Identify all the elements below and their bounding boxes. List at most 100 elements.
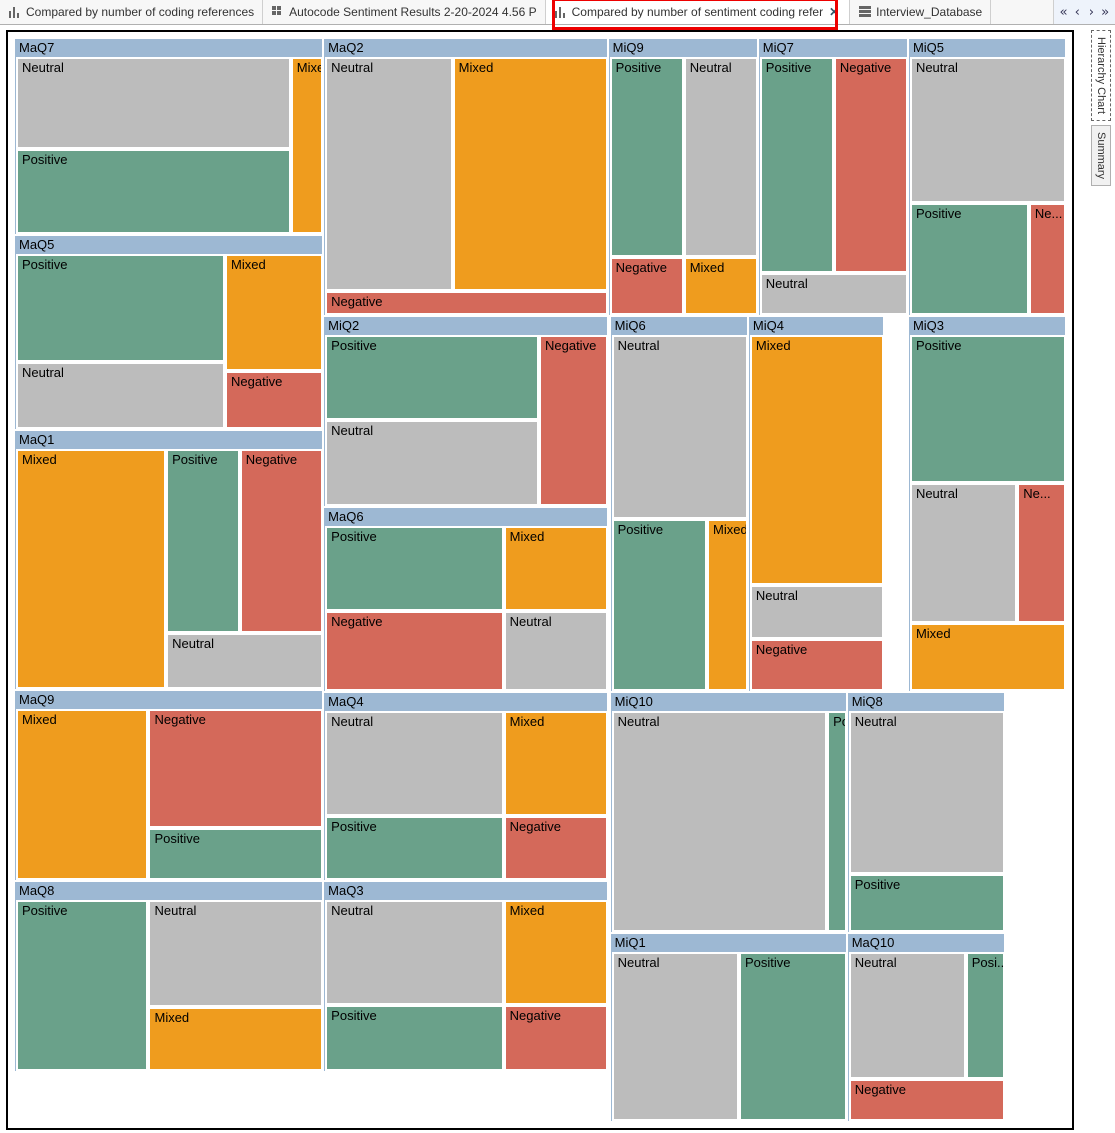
treemap-cell[interactable]: Negative — [849, 1079, 1005, 1121]
treemap-group-label: MaQ6 — [324, 508, 606, 524]
treemap-cell[interactable]: Neutral — [325, 900, 504, 1005]
treemap-group[interactable]: MiQ6NeutralPositiveMixed — [610, 316, 748, 692]
treemap-cell[interactable]: Positive — [610, 57, 684, 257]
treemap-group[interactable]: MaQ10NeutralPosi...Negative — [847, 933, 1005, 1122]
treemap-cell[interactable]: Negative — [225, 371, 323, 429]
treemap-group[interactable]: MaQ5PositiveMixedNeutralNegative — [14, 235, 323, 430]
treemap-cell[interactable]: Positive — [325, 1005, 504, 1071]
treemap-cell[interactable]: Mixed — [16, 449, 166, 688]
treemap-group[interactable]: MaQ7NeutralMixedPositive — [14, 38, 323, 235]
treemap-group[interactable]: MiQ8NeutralPositive — [847, 692, 1005, 933]
treemap-group[interactable]: MiQ5NeutralPositiveNe... — [908, 38, 1066, 316]
treemap-cell[interactable]: Neutral — [612, 335, 748, 519]
treemap-cell[interactable]: Positive — [16, 900, 148, 1071]
treemap-cell[interactable]: Negative — [750, 639, 884, 691]
treemap-cell[interactable]: Mixed — [750, 335, 884, 585]
treemap-cell[interactable]: Neutral — [166, 633, 323, 689]
treemap-cell[interactable]: Mixed — [707, 519, 748, 691]
treemap-cell[interactable]: Negative — [240, 449, 323, 633]
treemap-cell[interactable]: Negative — [834, 57, 908, 273]
treemap-group[interactable]: MiQ7PositiveNegativeNeutral — [758, 38, 908, 316]
treemap-cell[interactable]: Positive — [827, 711, 847, 932]
treemap-group[interactable]: MiQ4MixedNeutralNegative — [748, 316, 884, 692]
close-icon[interactable]: ✕ — [827, 5, 841, 19]
treemap-cell[interactable]: Negative — [325, 291, 607, 315]
treemap-cell[interactable]: Neutral — [760, 273, 908, 315]
treemap-cell[interactable]: Neutral — [325, 57, 453, 291]
treemap-cell[interactable]: Neutral — [16, 362, 225, 430]
treemap-cell[interactable]: Mixed — [291, 57, 323, 234]
treemap-cell[interactable]: Neutral — [16, 57, 291, 149]
treemap-cell[interactable]: Ne... — [1029, 203, 1066, 315]
treemap-cell[interactable]: Mixed — [910, 623, 1066, 691]
treemap-cell[interactable]: Positive — [739, 952, 847, 1121]
treemap-group[interactable]: MaQ8PositiveNeutralMixed — [14, 881, 323, 1072]
treemap-cell[interactable]: Mixed — [504, 900, 608, 1005]
treemap-cell[interactable]: Positive — [325, 526, 504, 611]
treemap-group[interactable]: MaQ9 MixedNegativePositive — [14, 690, 323, 881]
treemap-cell[interactable]: Neutral — [325, 420, 539, 506]
treemap-cell[interactable]: Negative — [504, 816, 608, 880]
treemap-cell[interactable]: Neutral — [148, 900, 323, 1007]
treemap-cell[interactable]: Positive — [16, 149, 291, 235]
treemap-cell[interactable]: Neutral — [750, 585, 884, 639]
treemap-cell[interactable]: Positive — [910, 335, 1066, 483]
treemap-cell[interactable]: Positive — [325, 335, 539, 421]
treemap-cell[interactable]: Positive — [166, 449, 240, 633]
treemap-cell[interactable]: Positive — [148, 828, 323, 880]
treemap-cell[interactable]: Neutral — [504, 611, 608, 691]
treemap-cell[interactable]: Neutral — [849, 711, 1005, 875]
treemap-cell[interactable]: Positive — [849, 874, 1005, 932]
treemap-cell[interactable]: Neutral — [910, 483, 1017, 623]
treemap-cell[interactable]: Mixed — [148, 1007, 323, 1071]
treemap-cell[interactable]: Negative — [610, 257, 684, 315]
treemap-cell[interactable]: Negative — [325, 611, 504, 691]
treemap-cell[interactable]: Mixed — [16, 709, 148, 880]
treemap-cell[interactable]: Positive — [760, 57, 834, 273]
tab-label: Compared by number of sentiment coding r… — [572, 5, 823, 19]
tab-nav-prev-icon[interactable]: ‹ — [1072, 5, 1084, 20]
treemap-group[interactable]: MiQ3PositiveNeutralNe...Mixed — [908, 316, 1066, 692]
treemap-group[interactable]: MiQ1NeutralPositive — [610, 933, 847, 1122]
treemap-group[interactable]: MiQ9PositiveNeutralNegativeMixed — [608, 38, 758, 316]
treemap-group[interactable]: MaQ6 PositiveMixedNegativeNeutral — [323, 507, 607, 692]
treemap-cell[interactable]: Posi... — [966, 952, 1005, 1079]
treemap-cell[interactable]: Neutral — [684, 57, 758, 257]
treemap-cell[interactable]: Mixed — [504, 526, 608, 611]
treemap-group[interactable]: MaQ2NeutralMixedNegative — [323, 38, 607, 316]
tab-nav-next-icon[interactable]: › — [1085, 5, 1097, 20]
tab-nav-last-icon[interactable]: » — [1099, 5, 1111, 20]
treemap-cell[interactable]: Mixed — [225, 254, 323, 371]
treemap-cell[interactable]: Ne... — [1017, 483, 1066, 623]
treemap-group[interactable]: MaQ4NeutralMixedPositiveNegative — [323, 692, 607, 881]
treemap-cell[interactable]: Negative — [539, 335, 608, 506]
tab-label: Interview_Database — [876, 5, 982, 19]
treemap-cell[interactable]: Mixed — [453, 57, 608, 291]
tab-coding-refs[interactable]: Compared by number of coding references — [0, 0, 263, 24]
treemap-cell[interactable]: Neutral — [849, 952, 966, 1079]
treemap-cell[interactable]: Positive — [612, 519, 707, 691]
treemap-cell[interactable]: Positive — [16, 254, 225, 361]
treemap-group[interactable]: MaQ3NeutralMixedPositiveNegative — [323, 881, 607, 1072]
tab-interview-db[interactable]: Interview_Database — [850, 0, 991, 24]
side-tab-summary[interactable]: Summary — [1091, 125, 1111, 186]
treemap-group[interactable]: MaQ1MixedPositiveNegativeNeutral — [14, 430, 323, 689]
treemap-cell[interactable]: Mixed — [684, 257, 758, 315]
hierarchy-treemap[interactable]: MaQ7NeutralMixedPositiveMaQ5PositiveMixe… — [14, 38, 1066, 1122]
treemap-cell[interactable]: Positive — [910, 203, 1029, 315]
treemap-cell[interactable]: Neutral — [612, 952, 739, 1121]
treemap-cell[interactable]: Neutral — [910, 57, 1066, 203]
treemap-cell[interactable]: Positive — [325, 816, 504, 880]
treemap-cell[interactable]: Mixed — [504, 711, 608, 816]
treemap-cell[interactable]: Neutral — [612, 711, 827, 932]
treemap-cell[interactable]: Negative — [148, 709, 323, 828]
tab-autocode-results[interactable]: Autocode Sentiment Results 2-20-2024 4.5… — [263, 0, 546, 24]
tab-nav-first-icon[interactable]: « — [1058, 5, 1070, 20]
treemap-cell[interactable]: Negative — [504, 1005, 608, 1071]
treemap-cell[interactable]: Neutral — [325, 711, 504, 816]
side-tab-hierarchy-chart[interactable]: Hierarchy Chart — [1091, 30, 1111, 121]
treemap-group[interactable]: MiQ2PositiveNegativeNeutral — [323, 316, 607, 507]
treemap-group[interactable]: MiQ10NeutralPositive — [610, 692, 847, 933]
tab-sentiment-refs[interactable]: Compared by number of sentiment coding r… — [546, 0, 851, 24]
treemap-group-label: MaQ9 — [15, 691, 322, 707]
